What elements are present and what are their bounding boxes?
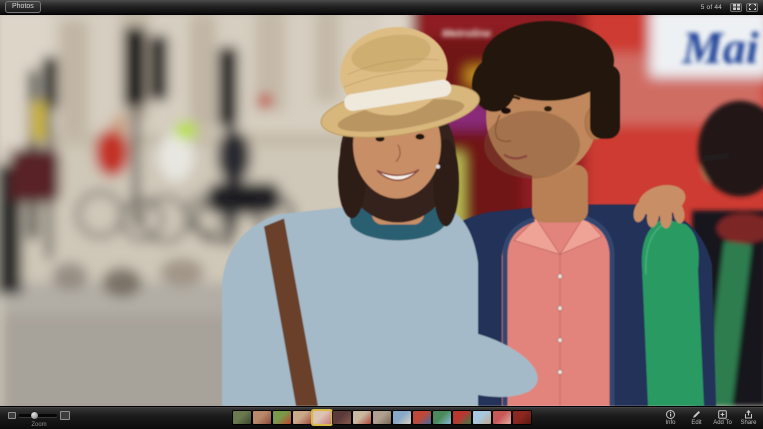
filmstrip-thumb[interactable] xyxy=(513,411,531,424)
filmstrip-thumb-selected[interactable] xyxy=(313,411,331,424)
share-button[interactable]: Share xyxy=(738,410,759,426)
action-buttons: Info Edit Add To Share xyxy=(660,410,759,426)
topbar-right-group: 5 of 44 xyxy=(701,3,758,12)
top-toolbar: Photos 5 of 44 xyxy=(0,0,763,15)
photo-viewer[interactable]: Metroline Mai xyxy=(0,15,763,406)
filmstrip-thumb[interactable] xyxy=(413,411,431,424)
photo-content: Metroline Mai xyxy=(0,15,763,406)
share-label: Share xyxy=(740,420,756,426)
info-label: Info xyxy=(665,420,675,426)
add-to-label: Add To xyxy=(713,420,732,426)
photos-app-window: Photos 5 of 44 xyxy=(0,0,763,429)
zoom-label: Zoom xyxy=(8,422,70,428)
filmstrip xyxy=(233,411,531,424)
edit-label: Edit xyxy=(691,420,701,426)
filmstrip-thumb[interactable] xyxy=(253,411,271,424)
filmstrip-thumb[interactable] xyxy=(333,411,351,424)
zoom-control: Zoom xyxy=(8,411,70,428)
filmstrip-thumb[interactable] xyxy=(293,411,311,424)
filmstrip-thumb[interactable] xyxy=(473,411,491,424)
filmstrip-thumb[interactable] xyxy=(373,411,391,424)
add-to-icon xyxy=(718,410,727,419)
info-button[interactable]: Info xyxy=(660,410,681,426)
filmstrip-thumb[interactable] xyxy=(493,411,511,424)
edit-button[interactable]: Edit xyxy=(686,410,707,426)
building-sign-text: Mai xyxy=(681,22,759,73)
bus-sign-text: Metroline xyxy=(442,28,491,40)
filmstrip-thumb[interactable] xyxy=(233,411,251,424)
zoom-slider-thumb[interactable] xyxy=(31,412,38,419)
filmstrip-thumb[interactable] xyxy=(433,411,451,424)
zoom-in-icon xyxy=(60,411,70,420)
filmstrip-thumb[interactable] xyxy=(273,411,291,424)
filmstrip-thumb[interactable] xyxy=(453,411,471,424)
exit-fullscreen-icon xyxy=(749,4,756,10)
info-icon xyxy=(666,410,675,419)
zoom-slider[interactable] xyxy=(19,414,57,417)
zoom-out-icon xyxy=(8,412,16,419)
exit-fullscreen-button[interactable] xyxy=(746,3,758,12)
share-icon xyxy=(744,410,753,419)
filmstrip-thumb[interactable] xyxy=(393,411,411,424)
photo-counter: 5 of 44 xyxy=(701,4,722,11)
add-to-button[interactable]: Add To xyxy=(712,410,733,426)
bottom-toolbar: Zoom Info Edit xyxy=(0,406,763,429)
edit-pencil-icon xyxy=(692,410,701,419)
filmstrip-thumb[interactable] xyxy=(353,411,371,424)
grid-icon xyxy=(733,4,740,10)
thumbnail-grid-button[interactable] xyxy=(730,3,742,12)
photos-back-button[interactable]: Photos xyxy=(5,1,41,13)
